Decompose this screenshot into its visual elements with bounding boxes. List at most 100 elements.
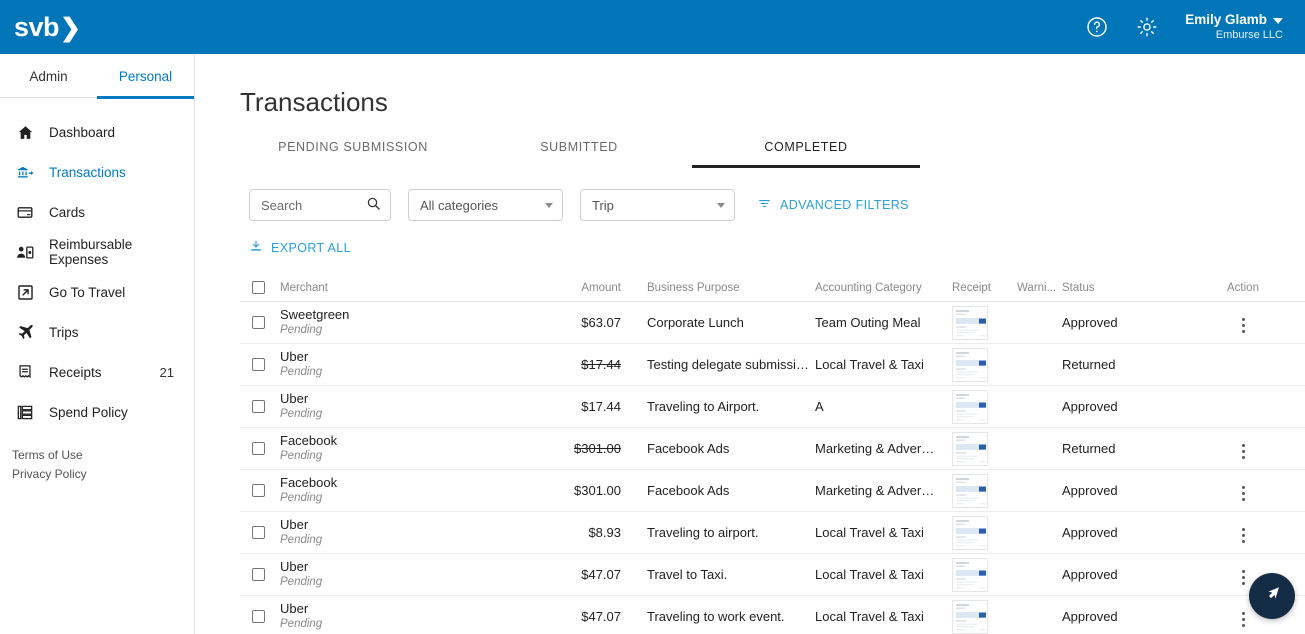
receipt-thumbnail[interactable] xyxy=(952,515,988,550)
sidebar-item-dashboard[interactable]: Dashboard xyxy=(0,112,194,152)
column-header-warnings: Warni... xyxy=(1017,282,1057,294)
user-menu[interactable]: Emily Glamb Emburse LLC xyxy=(1185,12,1283,43)
sidebar-item-transactions[interactable]: Transactions xyxy=(0,152,194,192)
receipt-thumbnail[interactable] xyxy=(952,557,988,592)
category-filter-value: All categories xyxy=(420,197,499,213)
receipt-thumbnail[interactable] xyxy=(952,599,988,634)
subtab-admin[interactable]: Admin xyxy=(0,54,97,98)
search-icon[interactable] xyxy=(366,196,381,214)
merchant-substatus: Pending xyxy=(280,534,323,546)
row-checkbox[interactable] xyxy=(252,526,265,539)
select-all-checkbox-cell xyxy=(240,281,280,294)
sidebar-item-reimbursable-expenses[interactable]: Reimbursable Expenses xyxy=(0,232,194,272)
sidebar-label: Dashboard xyxy=(49,124,116,140)
privacy-policy-link[interactable]: Privacy Policy xyxy=(12,465,194,484)
export-all-button[interactable]: EXPORT ALL xyxy=(249,239,351,256)
trip-filter-value: Trip xyxy=(592,197,614,213)
merchant-substatus: Pending xyxy=(280,408,323,420)
cell-receipt xyxy=(952,473,1017,508)
table-row[interactable]: Facebook Pending $301.00 Facebook Ads Ma… xyxy=(240,470,1305,512)
tab-pending-submission[interactable]: PENDING SUBMISSION xyxy=(240,140,466,168)
sidebar-item-cards[interactable]: Cards xyxy=(0,192,194,232)
sidebar-label: Trips xyxy=(49,324,79,340)
tab-completed[interactable]: COMPLETED xyxy=(692,140,920,168)
row-checkbox-cell xyxy=(240,400,280,413)
cell-receipt xyxy=(952,305,1017,340)
cell-action xyxy=(1197,519,1289,547)
row-action-menu-icon[interactable] xyxy=(1234,440,1253,463)
transactions-table: Merchant Amount Business Purpose Account… xyxy=(240,272,1305,634)
table-row[interactable]: Sweetgreen Pending $63.07 Corporate Lunc… xyxy=(240,302,1305,344)
top-header-bar: svb ❯ Emily Glamb Emburse LLC xyxy=(0,0,1305,54)
main-content: Transactions PENDING SUBMISSION SUBMITTE… xyxy=(196,54,1305,634)
export-all-label: EXPORT ALL xyxy=(271,240,351,255)
row-checkbox-cell xyxy=(240,442,280,455)
terms-of-use-link[interactable]: Terms of Use xyxy=(12,446,194,465)
row-action-menu-icon[interactable] xyxy=(1234,524,1253,547)
row-checkbox[interactable] xyxy=(252,400,265,413)
chevron-down-icon xyxy=(545,202,553,208)
sidebar-item-spend-policy[interactable]: Spend Policy xyxy=(0,392,194,432)
search-input[interactable]: Search xyxy=(249,189,391,221)
merchant-name: Sweetgreen xyxy=(280,307,350,322)
amount-value: $47.07 xyxy=(581,567,621,582)
cell-amount: $17.44 xyxy=(535,357,625,372)
table-row[interactable]: Uber Pending $47.07 Travel to Taxi. Loca… xyxy=(240,554,1305,596)
amount-value: $63.07 xyxy=(581,315,621,330)
amount-value: $8.93 xyxy=(588,525,621,540)
help-circle-icon[interactable] xyxy=(1085,15,1109,39)
cell-merchant: Facebook Pending xyxy=(280,475,535,506)
row-checkbox[interactable] xyxy=(252,610,265,623)
cell-status: Returned xyxy=(1062,441,1116,456)
row-checkbox-cell xyxy=(240,484,280,497)
cell-accounting-category: Marketing & Adver… xyxy=(815,483,935,498)
receipt-thumbnail[interactable] xyxy=(952,473,988,508)
row-action-menu-icon[interactable] xyxy=(1234,482,1253,505)
receipt-thumbnail[interactable] xyxy=(952,389,988,424)
table-row[interactable]: Uber Pending $47.07 Traveling to work ev… xyxy=(240,596,1305,634)
gear-icon[interactable] xyxy=(1135,15,1159,39)
support-chat-fab[interactable] xyxy=(1249,573,1295,619)
table-row[interactable]: Uber Pending $8.93 Traveling to airport.… xyxy=(240,512,1305,554)
cell-amount: $47.07 xyxy=(535,609,625,624)
table-row[interactable]: Facebook Pending $301.00 Facebook Ads Ma… xyxy=(240,428,1305,470)
select-all-checkbox[interactable] xyxy=(252,281,265,294)
trip-filter-select[interactable]: Trip xyxy=(580,189,735,221)
column-header-receipt: Receipt xyxy=(952,282,991,294)
row-checkbox[interactable] xyxy=(252,442,265,455)
cell-accounting-category: Local Travel & Taxi xyxy=(815,525,924,540)
home-icon xyxy=(14,122,36,142)
category-filter-select[interactable]: All categories xyxy=(408,189,563,221)
cell-merchant: Uber Pending xyxy=(280,391,535,422)
table-row[interactable]: Uber Pending $17.44 Testing delegate sub… xyxy=(240,344,1305,386)
cell-accounting-category: Local Travel & Taxi xyxy=(815,567,924,582)
cell-merchant: Sweetgreen Pending xyxy=(280,307,535,338)
row-action-menu-icon[interactable] xyxy=(1234,566,1253,589)
table-header-row: Merchant Amount Business Purpose Account… xyxy=(240,272,1305,302)
row-checkbox-cell xyxy=(240,358,280,371)
table-row[interactable]: Uber Pending $17.44 Traveling to Airport… xyxy=(240,386,1305,428)
subtab-personal[interactable]: Personal xyxy=(97,54,194,99)
row-checkbox[interactable] xyxy=(252,316,265,329)
row-checkbox[interactable] xyxy=(252,568,265,581)
svb-logo[interactable]: svb ❯ xyxy=(14,13,81,41)
sidebar-nav: Dashboard Transactions Cards Reimbursabl… xyxy=(0,98,194,432)
row-checkbox[interactable] xyxy=(252,484,265,497)
row-checkbox-cell xyxy=(240,610,280,623)
receipt-thumbnail[interactable] xyxy=(952,305,988,340)
sidebar-item-trips[interactable]: Trips xyxy=(0,312,194,352)
cell-action xyxy=(1197,435,1289,463)
row-action-menu-icon[interactable] xyxy=(1234,314,1253,337)
header-actions: Emily Glamb Emburse LLC xyxy=(1085,12,1283,43)
receipt-thumbnail[interactable] xyxy=(952,431,988,466)
row-action-menu-icon[interactable] xyxy=(1234,608,1253,631)
sidebar-item-receipts[interactable]: Receipts 21 xyxy=(0,352,194,392)
cell-receipt xyxy=(952,347,1017,382)
sidebar-item-go-to-travel[interactable]: Go To Travel xyxy=(0,272,194,312)
advanced-filters-button[interactable]: ADVANCED FILTERS xyxy=(757,197,909,213)
row-checkbox[interactable] xyxy=(252,358,265,371)
receipt-thumbnail[interactable] xyxy=(952,347,988,382)
merchant-substatus: Pending xyxy=(280,576,323,588)
chevron-down-icon xyxy=(1273,18,1283,25)
tab-submitted[interactable]: SUBMITTED xyxy=(466,140,692,168)
